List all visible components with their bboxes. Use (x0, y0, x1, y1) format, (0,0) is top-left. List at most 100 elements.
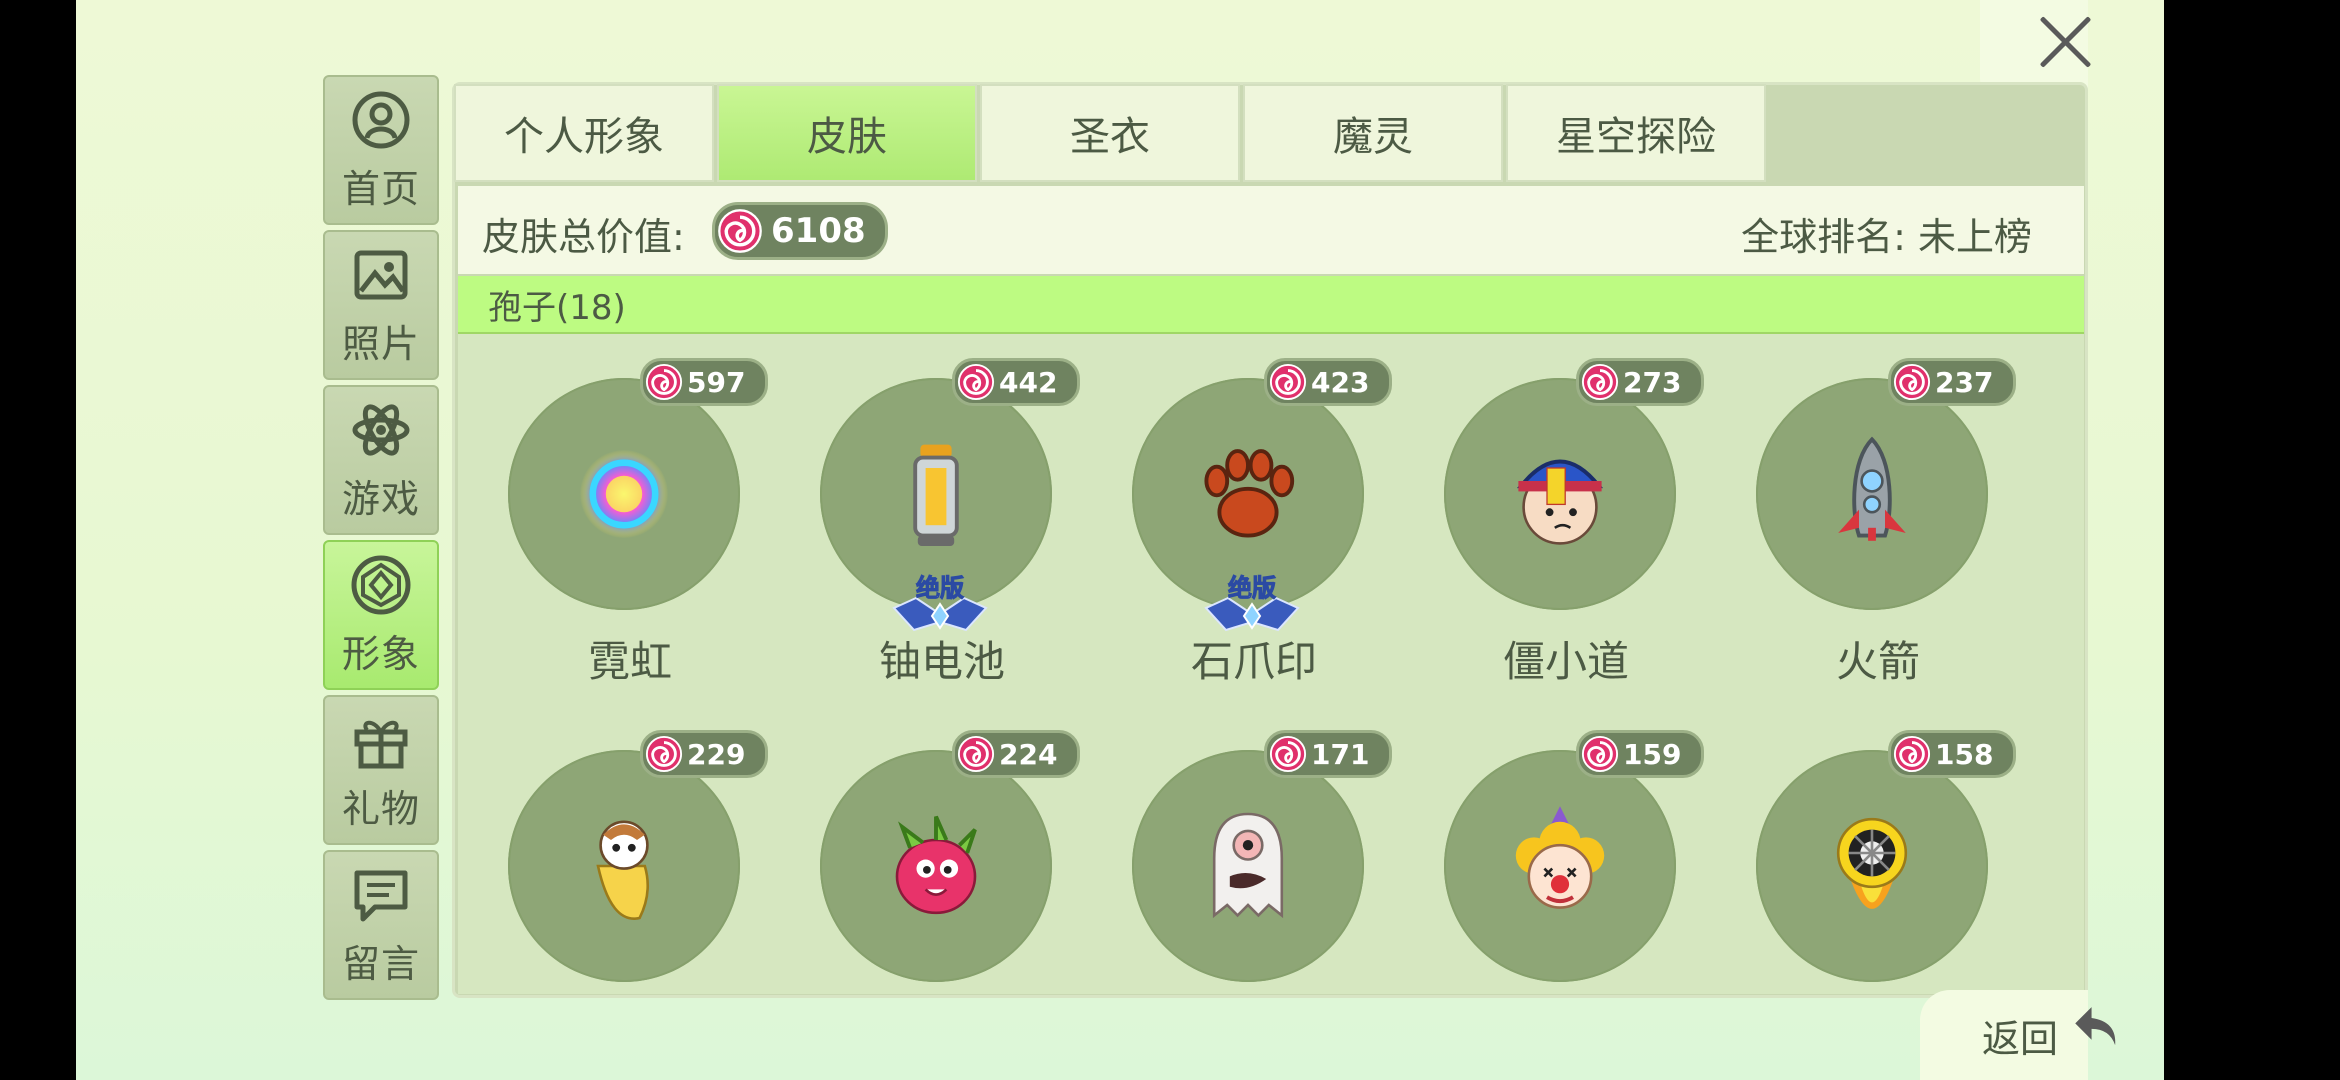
gift-icon (354, 720, 408, 768)
tab-holy-armor[interactable]: 圣衣 (980, 84, 1240, 182)
item-price-pill: 442 (952, 358, 1080, 406)
item-price: 597 (687, 365, 746, 399)
out-of-print-badge: 绝版 (1204, 574, 1300, 632)
item-price-pill: 597 (640, 358, 768, 406)
item-disc (820, 750, 1052, 982)
item-price: 224 (999, 737, 1058, 771)
candy-currency-icon (718, 209, 762, 253)
sidebar-item-label: 首页 (341, 166, 420, 211)
skin-item-stone-paw[interactable]: 423 绝版 石爪印 (1084, 338, 1424, 686)
candy-currency-icon (1581, 735, 1619, 773)
total-value-pill: 6108 (712, 202, 888, 260)
item-disc (1132, 750, 1364, 982)
global-rank: 全球排名: 未上榜 (1741, 215, 2032, 259)
item-disc (508, 750, 740, 982)
total-value-label: 皮肤总价值: (482, 215, 685, 259)
item-price: 158 (1935, 737, 1994, 771)
item-price-pill: 273 (1576, 358, 1704, 406)
tab-personal-image[interactable]: 个人形象 (454, 84, 714, 182)
candy-currency-icon (1581, 363, 1619, 401)
item-price-pill: 423 (1264, 358, 1392, 406)
item-price: 273 (1623, 365, 1682, 399)
wheel-flame-icon (1836, 817, 1908, 909)
clown-icon (1515, 806, 1605, 909)
item-price: 423 (1311, 365, 1370, 399)
item-price: 229 (687, 737, 746, 771)
item-price-pill: 237 (1888, 358, 2016, 406)
skin-item-rocket[interactable]: 237 火箭 (1708, 338, 2048, 686)
neon-orb-icon (579, 449, 669, 539)
sidebar-item-label: 形象 (341, 631, 420, 676)
total-value: 6108 (771, 211, 866, 251)
summary-bar: 皮肤总价值: 6108 全球排名: 未上榜 (458, 186, 2084, 274)
item-price-pill: 224 (952, 730, 1080, 778)
dragonfruit-icon (895, 815, 977, 915)
candy-currency-icon (1893, 735, 1931, 773)
category-header[interactable]: 孢子(18) (458, 276, 2084, 334)
candy-currency-icon (645, 735, 683, 773)
paw-print-icon (1204, 449, 1295, 538)
item-disc (1444, 378, 1676, 610)
item-name: 火箭 (1835, 637, 1920, 686)
item-name: 僵小道 (1502, 637, 1629, 686)
item-disc (508, 378, 740, 610)
sidebar-item-label: 留言 (341, 941, 420, 986)
jiangshi-head-icon (1516, 459, 1604, 545)
sidebar-item-games[interactable]: 游戏 (323, 385, 439, 535)
sidebar-item-messages[interactable]: 留言 (323, 850, 439, 1000)
sidebar-item-gifts[interactable]: 礼物 (323, 695, 439, 845)
atom-icon (352, 403, 410, 456)
item-disc (1756, 378, 1988, 610)
message-icon (354, 870, 408, 921)
skin-item-clown[interactable]: 159 (1396, 710, 1736, 1050)
sidebar-item-label: 游戏 (341, 476, 420, 521)
item-price: 237 (1935, 365, 1994, 399)
candy-currency-icon (645, 363, 683, 401)
skin-item-jiangshi[interactable]: 273 僵小道 (1396, 338, 1736, 686)
item-price: 159 (1623, 737, 1682, 771)
photo-icon (354, 250, 408, 299)
item-price-pill: 229 (640, 730, 768, 778)
tab-spirits[interactable]: 魔灵 (1243, 84, 1503, 182)
back-arrow-icon[interactable] (2068, 998, 2126, 1056)
sidebar-item-photos[interactable]: 照片 (323, 230, 439, 380)
sidebar-item-home[interactable]: 首页 (323, 75, 439, 225)
tab-skins[interactable]: 皮肤 (717, 84, 977, 182)
tab-bar: 个人形象 皮肤 圣衣 魔灵 星空探险 (454, 84, 1769, 184)
sidebar: 首页 照片 游戏 形象 礼物 留言 (323, 75, 439, 1005)
hamster-banana-icon (596, 820, 650, 920)
ghost-icon (1212, 812, 1284, 919)
item-name: 铀电池 (878, 637, 1005, 686)
skin-item-dragonfruit[interactable]: 224 (772, 710, 1112, 1050)
skin-item-ghost[interactable]: 171 (1084, 710, 1424, 1050)
category-label: 孢子(18) (488, 288, 626, 328)
candy-currency-icon (1893, 363, 1931, 401)
close-icon[interactable] (2036, 12, 2096, 72)
item-price-pill: 159 (1576, 730, 1704, 778)
item-price-pill: 158 (1888, 730, 2016, 778)
sidebar-item-avatar[interactable]: 形象 (323, 540, 439, 690)
skin-item-hamster-banana[interactable]: 229 (460, 710, 800, 1050)
candy-currency-icon (1269, 363, 1307, 401)
candy-currency-icon (957, 363, 995, 401)
badge-label: 绝版 (1228, 574, 1276, 602)
rocket-icon (1838, 436, 1906, 541)
uranium-battery-icon (913, 444, 959, 546)
candy-currency-icon (1269, 735, 1307, 773)
skin-item-uranium-battery[interactable]: 442 绝版 铀电池 (772, 338, 1112, 686)
gem-icon (351, 555, 411, 614)
out-of-print-badge: 绝版 (892, 574, 988, 632)
item-price-pill: 171 (1264, 730, 1392, 778)
item-price: 171 (1311, 737, 1370, 771)
home-user-icon (352, 91, 410, 148)
item-disc (1756, 750, 1988, 982)
skin-item-neon[interactable]: 597 霓虹 (460, 338, 800, 686)
item-name: 霓虹 (587, 637, 672, 686)
item-name: 石爪印 (1190, 637, 1317, 686)
sidebar-item-label: 礼物 (341, 786, 420, 831)
candy-currency-icon (957, 735, 995, 773)
back-label: 返回 (1982, 1017, 2059, 1061)
sidebar-item-label: 照片 (341, 321, 420, 366)
tab-star-exploration[interactable]: 星空探险 (1506, 84, 1766, 182)
badge-label: 绝版 (916, 574, 964, 602)
